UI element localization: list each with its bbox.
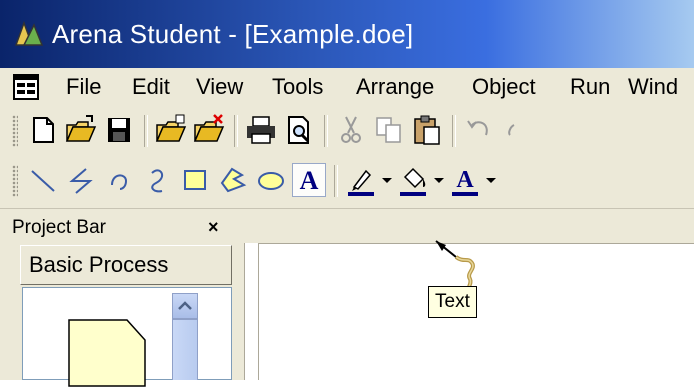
- attach-icon[interactable]: [154, 113, 188, 147]
- document-window-icon[interactable]: [12, 73, 40, 101]
- text-icon[interactable]: A: [292, 163, 326, 197]
- print-icon[interactable]: [244, 113, 278, 147]
- menu-arrange[interactable]: Arrange: [356, 74, 434, 100]
- menu-bar: File Edit View Tools Arrange Object Run …: [0, 68, 694, 107]
- draw-toolbar: A A: [0, 156, 694, 209]
- menu-tools[interactable]: Tools: [272, 74, 323, 100]
- line-color-dropdown[interactable]: [382, 178, 392, 183]
- polyline-icon[interactable]: [64, 163, 98, 197]
- menu-file[interactable]: File: [66, 74, 101, 100]
- window-title: Arena Student - [Example.doe]: [52, 19, 414, 49]
- project-bar: Project Bar × Basic Process: [0, 209, 245, 387]
- text-color-dropdown[interactable]: [486, 178, 496, 183]
- chevron-up-icon: [178, 301, 192, 310]
- polygon-icon[interactable]: [216, 163, 250, 197]
- text-color-icon[interactable]: A: [448, 163, 482, 197]
- menu-window[interactable]: Wind: [628, 74, 678, 100]
- standard-toolbar: [0, 106, 694, 157]
- print-preview-icon[interactable]: [282, 113, 316, 147]
- toolbar-separator: [144, 115, 148, 147]
- new-document-icon[interactable]: [26, 113, 60, 147]
- fill-color-dropdown[interactable]: [434, 178, 444, 183]
- detach-icon[interactable]: [192, 113, 226, 147]
- scroll-up-button[interactable]: [172, 293, 198, 319]
- paste-icon[interactable]: [410, 113, 444, 147]
- basic-process-panel-label: Basic Process: [29, 252, 169, 277]
- text-tool-glyph: A: [300, 166, 319, 195]
- cut-icon[interactable]: [334, 113, 368, 147]
- toolbar-grip[interactable]: [12, 115, 18, 147]
- line-icon[interactable]: [26, 163, 60, 197]
- toolbar-separator: [452, 115, 456, 147]
- menu-object[interactable]: Object: [472, 74, 536, 100]
- arena-app-icon: [14, 20, 44, 46]
- scrollbar-thumb[interactable]: [172, 319, 198, 380]
- toolbar-separator: [334, 165, 338, 197]
- box-icon[interactable]: [178, 163, 212, 197]
- copy-icon[interactable]: [372, 113, 406, 147]
- menu-view[interactable]: View: [196, 74, 243, 100]
- save-icon[interactable]: [102, 113, 136, 147]
- toolbar-separator: [324, 115, 328, 147]
- toolbar-separator: [234, 115, 238, 147]
- menu-run[interactable]: Run: [570, 74, 610, 100]
- bezier-icon[interactable]: [140, 163, 174, 197]
- undo-icon[interactable]: [462, 113, 496, 147]
- open-folder-icon[interactable]: [64, 113, 98, 147]
- line-color-icon[interactable]: [344, 163, 378, 197]
- text-tool-tooltip: Text: [428, 286, 477, 318]
- arc-icon[interactable]: [102, 163, 136, 197]
- redo-icon[interactable]: [500, 113, 534, 147]
- project-bar-title: Project Bar: [12, 217, 106, 238]
- title-bar[interactable]: Arena Student - [Example.doe]: [0, 0, 694, 68]
- toolbar-grip[interactable]: [12, 165, 18, 197]
- menu-edit[interactable]: Edit: [132, 74, 170, 100]
- create-module-shape[interactable]: [67, 318, 147, 388]
- text-color-glyph: A: [456, 167, 474, 193]
- basic-process-panel-button[interactable]: Basic Process: [20, 245, 232, 285]
- panel-module-list: [22, 287, 232, 387]
- project-bar-close-button[interactable]: ×: [208, 217, 219, 238]
- ellipse-icon[interactable]: [254, 163, 288, 197]
- fill-color-icon[interactable]: [396, 163, 430, 197]
